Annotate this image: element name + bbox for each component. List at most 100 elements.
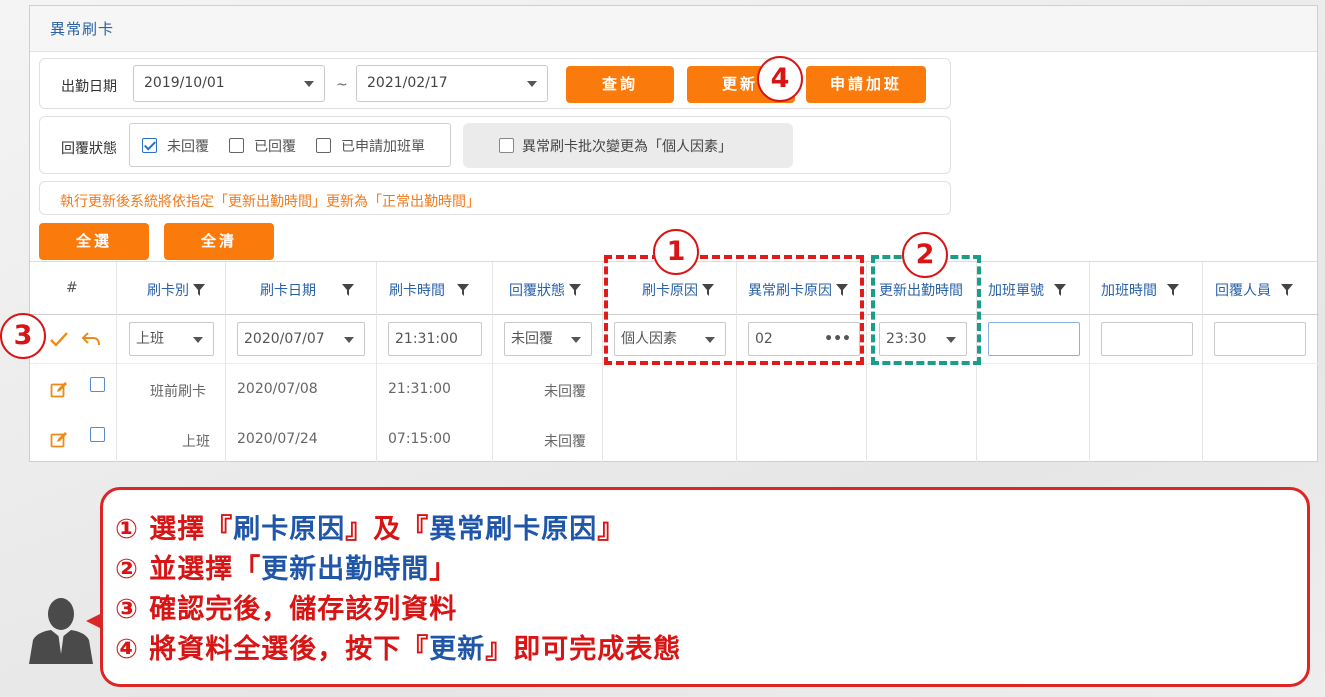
col-header-ot-time[interactable]: 加班時間 <box>1101 280 1179 300</box>
person-icon <box>29 598 93 664</box>
reply-filter-row: 回覆狀態 未回覆 已回覆 已申請加班單 異常刷卡批次變更為「個人因素」 <box>39 116 951 174</box>
note-text: 』即可完成表態 <box>485 634 682 665</box>
filter-icon[interactable] <box>342 284 354 296</box>
date-separator: ~ <box>336 77 348 93</box>
filter-icon[interactable] <box>1054 284 1066 296</box>
col-header-card-time[interactable]: 刷卡時間 <box>389 280 469 300</box>
filter-icon[interactable] <box>1167 284 1179 296</box>
select-all-button[interactable]: 全選 <box>39 223 149 260</box>
applied-overtime-label: 已申請加班單 <box>341 139 425 155</box>
col-header-index: # <box>66 280 78 296</box>
date-label: 出勤日期 <box>61 79 117 95</box>
chevron-down-icon <box>304 81 314 87</box>
col-header-label: 刷卡別 <box>147 283 189 299</box>
step-marker-1: 1 <box>653 229 699 275</box>
card-date-value: 2020/07/07 <box>244 331 325 347</box>
row-card-date: 2020/07/24 <box>237 431 318 447</box>
apply-overtime-button[interactable]: 申請加班 <box>806 66 926 103</box>
panel-title: 異常刷卡 <box>50 20 115 38</box>
edit-icon[interactable] <box>50 381 68 399</box>
chevron-down-icon <box>571 337 581 343</box>
reply-user-input[interactable] <box>1214 322 1306 356</box>
step-marker-2: 2 <box>902 232 948 278</box>
undo-icon[interactable] <box>81 331 101 349</box>
col-header-label: 回覆狀態 <box>509 283 565 299</box>
chevron-down-icon <box>193 337 203 343</box>
row-card-date: 2020/07/08 <box>237 381 318 397</box>
card-time-input[interactable]: 21:31:00 <box>388 322 482 356</box>
card-type-select[interactable]: 上班 <box>129 322 214 356</box>
update-button-label: 更新 <box>722 75 759 93</box>
row-reply-status: 未回覆 <box>544 384 586 400</box>
row-card-time: 07:15:00 <box>388 431 451 447</box>
col-header-ot-number[interactable]: 加班單號 <box>988 280 1066 300</box>
ot-number-input[interactable] <box>988 322 1080 356</box>
reply-status-select[interactable]: 未回覆 <box>504 322 592 356</box>
filter-icon[interactable] <box>569 284 581 296</box>
row-card-type: 班前刷卡 <box>150 384 206 400</box>
col-header-label: 刷卡時間 <box>389 283 445 299</box>
batch-change-toggle[interactable]: 異常刷卡批次變更為「個人因素」 <box>463 123 793 168</box>
reply-options-group: 未回覆 已回覆 已申請加班單 <box>129 123 451 167</box>
ot-time-input[interactable] <box>1101 322 1193 356</box>
col-divider <box>866 262 867 462</box>
date-filter-row: 出勤日期 2019/10/01 ~ 2021/02/17 查詢 更新 申請加班 <box>39 58 951 109</box>
chevron-down-icon <box>344 337 354 343</box>
reply-label: 回覆狀態 <box>61 141 117 157</box>
col-divider <box>1202 262 1203 462</box>
col-header-label: 加班時間 <box>1101 283 1157 299</box>
chevron-down-icon <box>527 81 537 87</box>
date-from-select[interactable]: 2019/10/01 <box>133 65 325 102</box>
date-from-value: 2019/10/01 <box>144 75 225 91</box>
note-text: ① 選擇『 <box>115 514 234 545</box>
applied-overtime-checkbox[interactable] <box>316 138 331 153</box>
note-text: 』及『 <box>345 514 430 545</box>
instruction-step-4: ④ 將資料全選後，按下『更新』即可完成表態 <box>115 627 681 666</box>
unreplied-checkbox[interactable] <box>142 138 157 153</box>
col-header-reply-user[interactable]: 回覆人員 <box>1215 280 1293 300</box>
col-header-label: 回覆人員 <box>1215 283 1271 299</box>
panel-header: 異常刷卡 <box>30 6 1317 52</box>
step-marker-4: 4 <box>757 56 803 102</box>
batch-change-checkbox[interactable] <box>499 138 514 153</box>
row-card-type: 上班 <box>182 434 210 450</box>
row-checkbox[interactable] <box>90 377 105 392</box>
note-highlight: 刷卡原因 <box>233 514 346 545</box>
instruction-step-1: ① 選擇『刷卡原因』及『異常刷卡原因』 <box>115 507 625 546</box>
highlight-reason-columns <box>604 255 864 365</box>
col-header-card-date[interactable]: 刷卡日期 <box>260 280 354 300</box>
filter-icon[interactable] <box>193 284 205 296</box>
col-header-reply-status[interactable]: 回覆狀態 <box>509 280 581 300</box>
col-header-label: 刷卡日期 <box>260 283 316 299</box>
replied-label: 已回覆 <box>254 139 296 155</box>
filter-icon[interactable] <box>1281 284 1293 296</box>
row-reply-status: 未回覆 <box>544 434 586 450</box>
query-button[interactable]: 查詢 <box>566 66 674 103</box>
date-to-value: 2021/02/17 <box>367 75 448 91</box>
edit-icon[interactable] <box>50 431 68 449</box>
unreplied-label: 未回覆 <box>167 139 209 155</box>
filter-icon[interactable] <box>457 284 469 296</box>
col-divider <box>1089 262 1090 462</box>
col-divider <box>225 262 226 462</box>
col-header-card-type[interactable]: 刷卡別 <box>147 280 205 300</box>
note-text: 」 <box>429 554 458 585</box>
col-divider <box>602 262 603 462</box>
save-check-icon[interactable] <box>49 331 69 349</box>
card-time-value: 21:31:00 <box>395 331 458 347</box>
note-text: 』 <box>597 514 626 545</box>
date-to-select[interactable]: 2021/02/17 <box>356 65 548 102</box>
note-highlight: 異常刷卡原因 <box>429 514 598 545</box>
note-highlight: 更新 <box>429 634 486 665</box>
step-marker-3: 3 <box>0 313 46 359</box>
replied-checkbox[interactable] <box>229 138 244 153</box>
card-date-select[interactable]: 2020/07/07 <box>237 322 365 356</box>
note-text: ② 並選擇「 <box>115 554 262 585</box>
instruction-step-2: ② 並選擇「更新出勤時間」 <box>115 547 457 586</box>
batch-change-label: 異常刷卡批次變更為「個人因素」 <box>522 139 732 155</box>
clear-all-button[interactable]: 全清 <box>164 223 274 260</box>
col-divider <box>492 262 493 462</box>
row-checkbox[interactable] <box>90 427 105 442</box>
card-type-value: 上班 <box>136 331 164 347</box>
row-card-time: 21:31:00 <box>388 381 451 397</box>
